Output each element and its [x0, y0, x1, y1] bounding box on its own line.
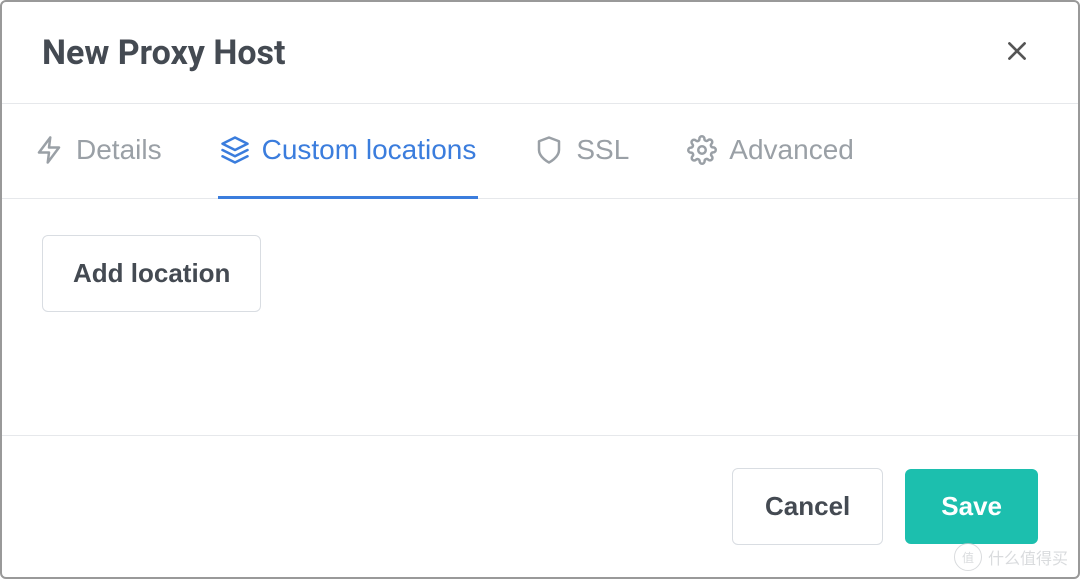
cancel-button[interactable]: Cancel [732, 468, 883, 545]
tab-advanced[interactable]: Advanced [685, 104, 856, 199]
tab-ssl[interactable]: SSL [532, 104, 631, 199]
tab-label: Details [76, 134, 162, 166]
tab-label: SSL [576, 134, 629, 166]
tab-label: Advanced [729, 134, 854, 166]
layers-icon [220, 135, 250, 165]
tab-label: Custom locations [262, 134, 477, 166]
save-button[interactable]: Save [905, 469, 1038, 544]
modal-footer: Cancel Save [2, 436, 1078, 577]
watermark-text: 什么值得买 [988, 545, 1068, 569]
watermark: 值 什么值得买 [954, 543, 1068, 571]
tabs: Details Custom locations SSL [2, 103, 1078, 199]
modal-new-proxy-host: New Proxy Host Details [0, 0, 1080, 579]
tab-custom-locations[interactable]: Custom locations [218, 104, 479, 199]
bolt-icon [34, 135, 64, 165]
modal-body: Add location [2, 199, 1078, 436]
gear-icon [687, 135, 717, 165]
shield-icon [534, 135, 564, 165]
add-location-button[interactable]: Add location [42, 235, 261, 312]
tab-details[interactable]: Details [32, 104, 164, 199]
modal-header: New Proxy Host [2, 2, 1078, 103]
close-button[interactable] [996, 30, 1038, 75]
watermark-badge: 值 [954, 543, 982, 571]
modal-title: New Proxy Host [42, 33, 286, 73]
close-icon [1004, 38, 1030, 67]
